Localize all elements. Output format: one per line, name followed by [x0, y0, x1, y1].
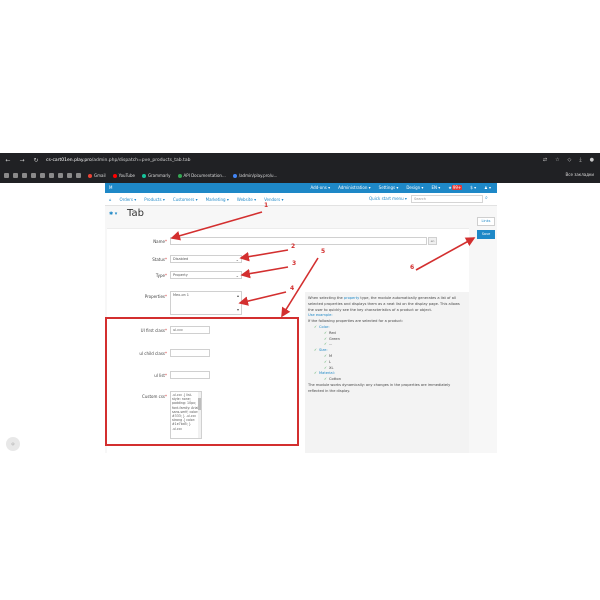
chevron-down-icon: ⌄	[235, 257, 239, 262]
check-icon: ✓	[314, 324, 318, 329]
bookmark-gmail[interactable]: Gmail	[88, 173, 106, 178]
top-menu-bar: M Add-ons ▾ Administration ▾ Settings ▾ …	[105, 183, 497, 193]
brand-logo[interactable]: M	[109, 185, 112, 190]
grammarly-icon	[141, 173, 146, 178]
menu-administration[interactable]: Administration ▾	[338, 185, 371, 190]
scroll-up-icon[interactable]: ▴	[237, 293, 239, 298]
check-icon: ✓	[324, 330, 328, 335]
check-icon: ✓	[314, 348, 318, 353]
type-select[interactable]: Property ⌄	[170, 271, 242, 279]
menu-user[interactable]: ♟ ▾	[484, 185, 491, 190]
help-footer: The module works dynamically: any change…	[308, 382, 451, 393]
home-icon[interactable]: ⌂	[109, 197, 112, 202]
bookmark-admin[interactable]: /admin/play.pro/u...	[232, 173, 277, 178]
annotation-number: 6	[410, 264, 415, 271]
bookmark-star-icon[interactable]: ☆	[555, 157, 559, 163]
avatar[interactable]: ☺	[6, 437, 20, 451]
app-icon[interactable]	[67, 173, 72, 178]
app-icon[interactable]	[13, 173, 18, 178]
browser-chrome: ← → ↻ cs-cart01en.play.pro/admin.php/dis…	[0, 153, 600, 183]
highlight-box	[105, 317, 299, 446]
app-icon[interactable]	[49, 173, 54, 178]
gear-icon[interactable]: ✱ ▾	[109, 211, 117, 217]
docs-icon	[177, 173, 182, 178]
nav-orders[interactable]: Orders ▾	[120, 197, 137, 202]
nav-marketing[interactable]: Marketing ▾	[206, 197, 229, 202]
app-icon[interactable]	[40, 173, 45, 178]
check-icon: ✓	[324, 342, 328, 347]
help-panel: When selecting the property type, the mo…	[305, 292, 469, 453]
app-icon[interactable]	[22, 173, 27, 178]
notifications[interactable]: ★99+	[448, 185, 463, 190]
address-bar[interactable]: ← → ↻ cs-cart01en.play.pro/admin.php/dis…	[0, 153, 600, 168]
annotation-number: 3	[292, 260, 297, 267]
properties-multiselect[interactable]: Мех-из 1 ▴ ▾	[170, 291, 242, 315]
annotation-number: 1	[264, 202, 269, 209]
links-button[interactable]: Links	[477, 217, 495, 226]
download-icon[interactable]: ⤓	[579, 157, 581, 163]
language-indicator[interactable]: en	[428, 237, 437, 245]
search-icon[interactable]: ⌕	[485, 195, 488, 201]
nav-website[interactable]: Website ▾	[237, 197, 256, 202]
chevron-down-icon: ⌄	[235, 273, 239, 278]
check-icon: ✓	[324, 359, 328, 364]
notification-badge: 99+	[451, 185, 463, 190]
menu-settings[interactable]: Settings ▾	[379, 185, 399, 190]
reload-icon[interactable]: ↻	[32, 157, 40, 164]
check-icon: ✓	[324, 353, 328, 358]
admin-icon	[232, 173, 237, 178]
properties-label: Properties*	[144, 294, 167, 299]
extensions-icon[interactable]: ◇	[568, 157, 572, 163]
search-input[interactable]: Search	[411, 195, 483, 203]
check-icon: ✓	[324, 336, 328, 341]
all-bookmarks[interactable]: Все закладки	[566, 172, 594, 177]
translate-icon[interactable]: ⇄	[543, 157, 547, 163]
bookmark-youtube[interactable]: YouTube	[112, 173, 135, 178]
quick-start-menu[interactable]: Quick start menu ▾	[369, 196, 407, 201]
check-icon: ✓	[324, 377, 328, 382]
status-select[interactable]: Disabled ⌄	[170, 255, 242, 263]
app-icon[interactable]	[4, 173, 9, 178]
main-nav: ⌂ Orders ▾ Products ▾ Customers ▾ Market…	[105, 193, 497, 206]
youtube-icon	[112, 173, 117, 178]
app-icon[interactable]	[76, 173, 81, 178]
check-icon: ✓	[324, 365, 328, 370]
forward-icon[interactable]: →	[18, 157, 26, 164]
property-link[interactable]: property	[344, 296, 359, 300]
name-input[interactable]	[170, 237, 427, 245]
page-header: ✱ ▾ Tab	[105, 206, 497, 226]
bookmark-grammarly[interactable]: Grammarly	[141, 173, 171, 178]
annotation-number: 5	[321, 248, 326, 255]
back-icon[interactable]: ←	[4, 157, 12, 164]
scroll-down-icon[interactable]: ▾	[237, 307, 239, 312]
bookmarks-bar: Gmail YouTube Grammarly API Documentatio…	[0, 168, 600, 183]
help-intro: When selecting the property type, the mo…	[308, 296, 460, 312]
menu-language[interactable]: EN ▾	[431, 185, 440, 190]
nav-products[interactable]: Products ▾	[144, 197, 165, 202]
name-label: Name*	[153, 239, 167, 244]
nav-customers[interactable]: Customers ▾	[173, 197, 198, 202]
check-icon: ✓	[314, 371, 318, 376]
annotation-number: 4	[290, 285, 295, 292]
menu-design[interactable]: Design ▾	[406, 185, 423, 190]
bookmark-api-docs[interactable]: API Documentation...	[177, 173, 226, 178]
profile-icon[interactable]: ●	[590, 157, 594, 163]
app-icon[interactable]	[31, 173, 36, 178]
type-label: Type*	[155, 273, 167, 278]
menu-currency[interactable]: $ ▾	[470, 185, 476, 190]
save-button[interactable]: Save	[477, 230, 495, 239]
url-text[interactable]: cs-cart01en.play.pro/admin.php/dispatch=…	[46, 158, 190, 163]
menu-addons[interactable]: Add-ons ▾	[310, 185, 330, 190]
annotation-number: 2	[291, 243, 296, 250]
gmail-icon	[88, 173, 92, 178]
status-label: Status*	[152, 257, 167, 262]
app-icon[interactable]	[58, 173, 63, 178]
page-title: Tab	[127, 208, 144, 219]
